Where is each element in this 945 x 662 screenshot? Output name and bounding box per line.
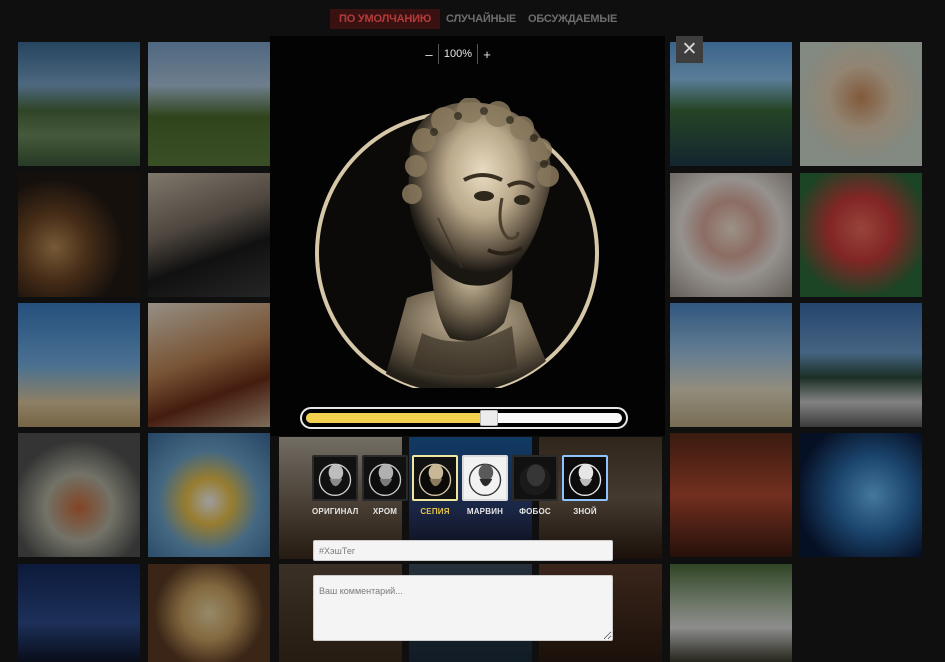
filter-znoy[interactable]: ЗНОЙ xyxy=(562,455,608,519)
filter-thumb xyxy=(462,455,508,501)
filter-label: СЕПИЯ xyxy=(420,507,450,516)
tab-random[interactable]: СЛУЧАЙНЫЕ xyxy=(446,9,516,29)
filter-label: ЗНОЙ xyxy=(573,507,597,516)
photo-tile[interactable] xyxy=(800,173,922,297)
filter-marvin[interactable]: МАРВИН xyxy=(462,455,508,519)
slider-fill xyxy=(306,413,489,423)
photo-tile[interactable] xyxy=(670,564,792,662)
sort-tabs: ПО УМОЛЧАНИЮ СЛУЧАЙНЫЕ ОБСУЖДАЕМЫЕ xyxy=(0,9,945,29)
photo-tile[interactable] xyxy=(148,303,270,427)
photo-tile[interactable] xyxy=(800,433,922,557)
photo-editor-modal: – 100% + ОРИГИНАЛ ХРОМ СЕПИЯ МАРВИН ФОБО… xyxy=(270,36,665,662)
photo-tile[interactable] xyxy=(148,564,270,662)
filter-label: ХРОМ xyxy=(372,507,398,516)
photo-tile[interactable] xyxy=(148,433,270,557)
zoom-plus-icon[interactable]: + xyxy=(478,47,496,62)
filter-thumb xyxy=(562,455,608,501)
photo-tile[interactable] xyxy=(18,303,140,427)
hashtag-input[interactable] xyxy=(313,540,613,561)
filter-thumb xyxy=(412,455,458,501)
filter-thumb xyxy=(362,455,408,501)
photo-tile[interactable] xyxy=(670,303,792,427)
filter-label: МАРВИН xyxy=(466,507,504,516)
filter-thumb xyxy=(512,455,558,501)
close-icon[interactable]: ✕ xyxy=(676,36,703,63)
filter-thumb xyxy=(312,455,358,501)
statue-photo xyxy=(315,98,599,388)
filter-intensity-slider[interactable] xyxy=(300,407,628,429)
filter-phobos[interactable]: ФОБОС xyxy=(512,455,558,519)
filter-label: ОРИГИНАЛ xyxy=(312,507,359,516)
photo-tile[interactable] xyxy=(18,564,140,662)
comment-textarea[interactable] xyxy=(313,575,613,641)
tab-default[interactable]: ПО УМОЛЧАНИЮ xyxy=(330,9,440,29)
photo-tile[interactable] xyxy=(18,42,140,166)
photo-tile[interactable] xyxy=(670,173,792,297)
filter-original[interactable]: ОРИГИНАЛ xyxy=(312,455,358,519)
zoom-level: 100% xyxy=(438,44,478,64)
photo-tile[interactable] xyxy=(18,173,140,297)
filter-strip: ОРИГИНАЛ ХРОМ СЕПИЯ МАРВИН ФОБОС ЗНОЙ xyxy=(312,455,612,525)
photo-tile[interactable] xyxy=(800,42,922,166)
photo-tile[interactable] xyxy=(800,303,922,427)
photo-tile[interactable] xyxy=(670,433,792,557)
slider-thumb[interactable] xyxy=(480,410,498,426)
photo-tile[interactable] xyxy=(148,42,270,166)
tab-discussed[interactable]: ОБСУЖДАЕМЫЕ xyxy=(528,9,617,29)
filter-chrome[interactable]: ХРОМ xyxy=(362,455,408,519)
photo-tile[interactable] xyxy=(148,173,270,297)
zoom-minus-icon[interactable]: – xyxy=(420,47,438,62)
filter-label: ФОБОС xyxy=(519,507,551,516)
photo-tile[interactable] xyxy=(18,433,140,557)
zoom-control: – 100% + xyxy=(420,44,498,64)
filter-sepia[interactable]: СЕПИЯ xyxy=(412,455,458,519)
